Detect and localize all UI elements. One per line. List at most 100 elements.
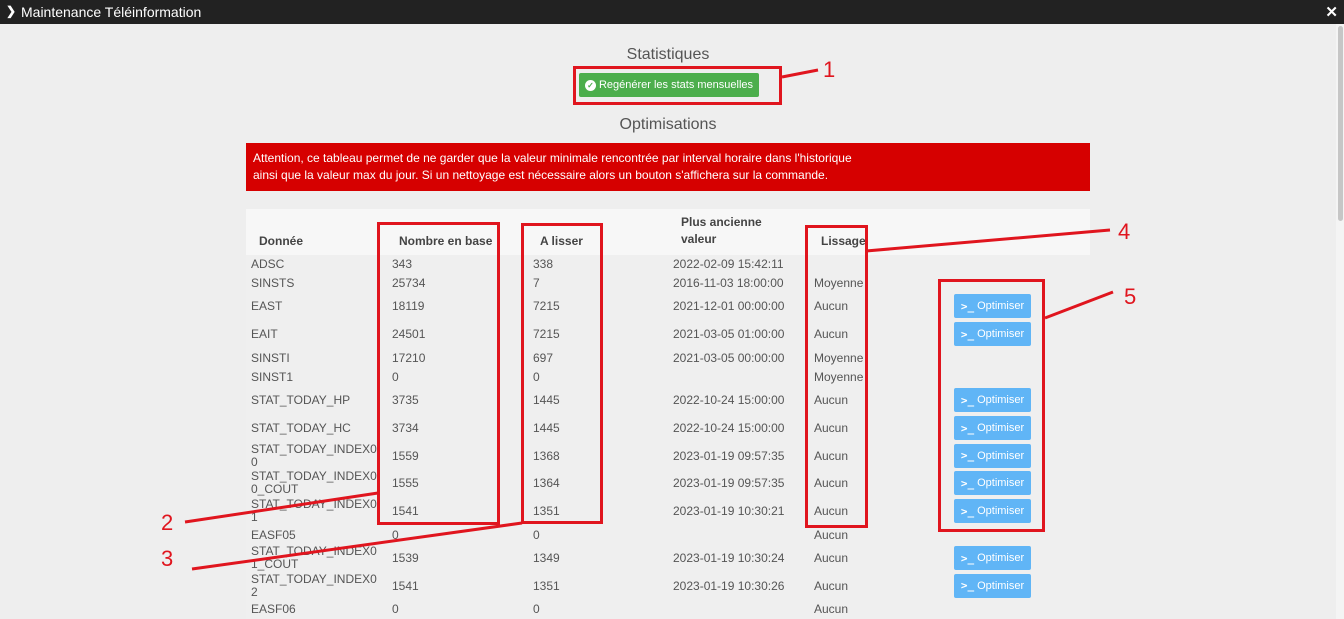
optimize-button[interactable]: >_ Optimiser — [954, 546, 1031, 570]
optimize-button[interactable]: >_ Optimiser — [954, 443, 1031, 468]
row-name-line-1: STAT_TODAY_INDEX0 — [251, 497, 377, 511]
row-count: 0 — [392, 527, 399, 542]
row-name: EASF05 — [251, 527, 296, 542]
row-to-smooth: 1445 — [533, 393, 560, 407]
table-row — [246, 525, 1090, 544]
alert-line-2: ainsi que la valeur max du jour. Si un n… — [253, 168, 829, 182]
table-row — [246, 273, 1090, 292]
row-oldest-value: 2022-02-09 15:42:11 — [673, 257, 784, 271]
row-count: 0 — [392, 602, 399, 616]
optimize-button[interactable]: >_ Optimiser — [954, 416, 1031, 440]
warning-alert: Attention, ce tableau permet de ne garde… — [246, 143, 1090, 191]
terminal-icon: >_ — [960, 421, 975, 435]
row-lissage: Moyenne — [814, 369, 864, 384]
alert-line-1: Attention, ce tableau permet de ne garde… — [253, 151, 852, 165]
row-name-line-2: 1_COUT — [251, 557, 299, 571]
row-name: EAST — [251, 299, 283, 313]
row-to-smooth: 338 — [533, 257, 554, 271]
table-row — [246, 255, 1090, 273]
row-name-line-2: 1 — [251, 510, 258, 524]
row-name: STAT_TODAY_INDEX0 2 — [251, 571, 377, 599]
optimize-button-label: Optimiser — [977, 300, 1025, 312]
optimize-button[interactable]: >_ Optimiser — [954, 499, 1031, 523]
terminal-icon: >_ — [960, 327, 975, 341]
optimize-button-label: Optimiser — [977, 394, 1025, 406]
row-lissage: Aucun — [814, 602, 849, 616]
row-lissage: Aucun — [814, 448, 849, 463]
table-row — [246, 348, 1090, 367]
optimize-button[interactable]: >_ Optimiser — [954, 294, 1031, 318]
row-lissage: Moyenne — [814, 275, 864, 290]
row-to-smooth: 7215 — [533, 299, 560, 313]
row-to-smooth: 1349 — [533, 551, 560, 565]
annotation-label-5: 5 — [1124, 284, 1137, 309]
row-lissage: Aucun — [814, 421, 849, 435]
row-oldest-value: 2023-01-19 10:30:26 — [673, 578, 785, 593]
optimize-button-label: Optimiser — [977, 552, 1025, 564]
optimize-button-label: Optimiser — [977, 477, 1025, 489]
optimize-button-label: Optimiser — [977, 328, 1025, 340]
optimize-button-label: Optimiser — [977, 579, 1025, 592]
row-oldest-value: 2022-10-24 15:00:00 — [673, 421, 785, 435]
row-name: EASF06 — [251, 602, 296, 616]
terminal-icon: >_ — [960, 551, 975, 565]
check-circle-icon: ✓ — [584, 79, 596, 91]
optimize-button-label: Optimiser — [977, 422, 1025, 434]
row-lissage: Aucun — [814, 299, 849, 313]
header-plus-ancienne-valeur: Plus ancienne valeur — [681, 214, 762, 248]
row-count: 1539 — [392, 551, 419, 565]
row-oldest-value: 2023-01-19 10:30:24 — [673, 551, 785, 565]
regenerate-stats-button[interactable]: ✓ Regénérer les stats mensuelles — [579, 73, 759, 97]
vertical-scrollbar[interactable] — [1336, 24, 1344, 619]
row-lissage: Aucun — [814, 551, 849, 565]
row-to-smooth: 1445 — [533, 421, 560, 435]
close-icon[interactable]: ✕ — [1325, 3, 1338, 21]
row-name-line-1: STAT_TODAY_INDEX0 — [251, 441, 377, 456]
optimize-button[interactable]: >_ Optimiser — [954, 322, 1031, 346]
row-to-smooth: 1351 — [533, 578, 560, 593]
row-oldest-value: 2021-12-01 00:00:00 — [673, 299, 785, 313]
row-to-smooth: 7 — [533, 275, 540, 290]
terminal-icon: >_ — [960, 449, 975, 462]
row-name: STAT_TODAY_INDEX0 0_COUT — [251, 470, 377, 496]
terminal-icon: >_ — [960, 579, 975, 592]
row-lissage: Aucun — [814, 476, 849, 490]
header-a-lisser: A lisser — [540, 234, 583, 248]
header-plus-ancienne: Plus ancienne — [681, 215, 762, 229]
row-to-smooth: 1364 — [533, 476, 560, 490]
row-name: SINST1 — [251, 369, 294, 384]
row-name-line-2: 0_COUT — [251, 482, 299, 496]
header-valeur: valeur — [681, 232, 717, 246]
row-lissage: Aucun — [814, 578, 849, 593]
row-lissage: Aucun — [814, 527, 849, 542]
row-name: STAT_TODAY_INDEX0 1 — [251, 498, 377, 524]
row-name: SINSTS — [251, 275, 295, 290]
row-to-smooth: 697 — [533, 350, 554, 365]
row-count: 1541 — [392, 578, 419, 593]
row-count: 343 — [392, 257, 413, 271]
table-row — [246, 367, 1090, 386]
row-to-smooth: 0 — [533, 369, 540, 384]
row-count: 1555 — [392, 476, 419, 490]
row-name: EAIT — [251, 327, 278, 341]
terminal-icon: >_ — [960, 393, 975, 407]
row-to-smooth: 0 — [533, 527, 540, 542]
row-name-line-1: STAT_TODAY_INDEX0 — [251, 571, 377, 586]
scrollbar-thumb[interactable] — [1338, 26, 1343, 221]
row-count: 25734 — [392, 275, 426, 290]
optimize-button-label: Optimiser — [977, 449, 1025, 462]
optimize-button[interactable]: >_ Optimiser — [954, 471, 1031, 495]
row-oldest-value: 2021-03-05 01:00:00 — [673, 327, 785, 341]
optimize-button[interactable]: >_ Optimiser — [954, 388, 1031, 412]
row-name: STAT_TODAY_INDEX0 1_COUT — [251, 545, 377, 571]
annotation-label-2: 2 — [161, 510, 174, 535]
table-row — [246, 599, 1090, 619]
row-to-smooth: 0 — [533, 602, 540, 616]
row-count: 3735 — [392, 393, 419, 407]
header-nombre-en-base: Nombre en base — [399, 234, 493, 248]
annotation-label-1: 1 — [823, 57, 836, 82]
terminal-icon: >_ — [960, 504, 975, 518]
row-lissage: Aucun — [814, 393, 849, 407]
modal-title: Maintenance Téléinformation — [21, 4, 202, 20]
optimize-button[interactable]: >_ Optimiser — [954, 573, 1031, 598]
